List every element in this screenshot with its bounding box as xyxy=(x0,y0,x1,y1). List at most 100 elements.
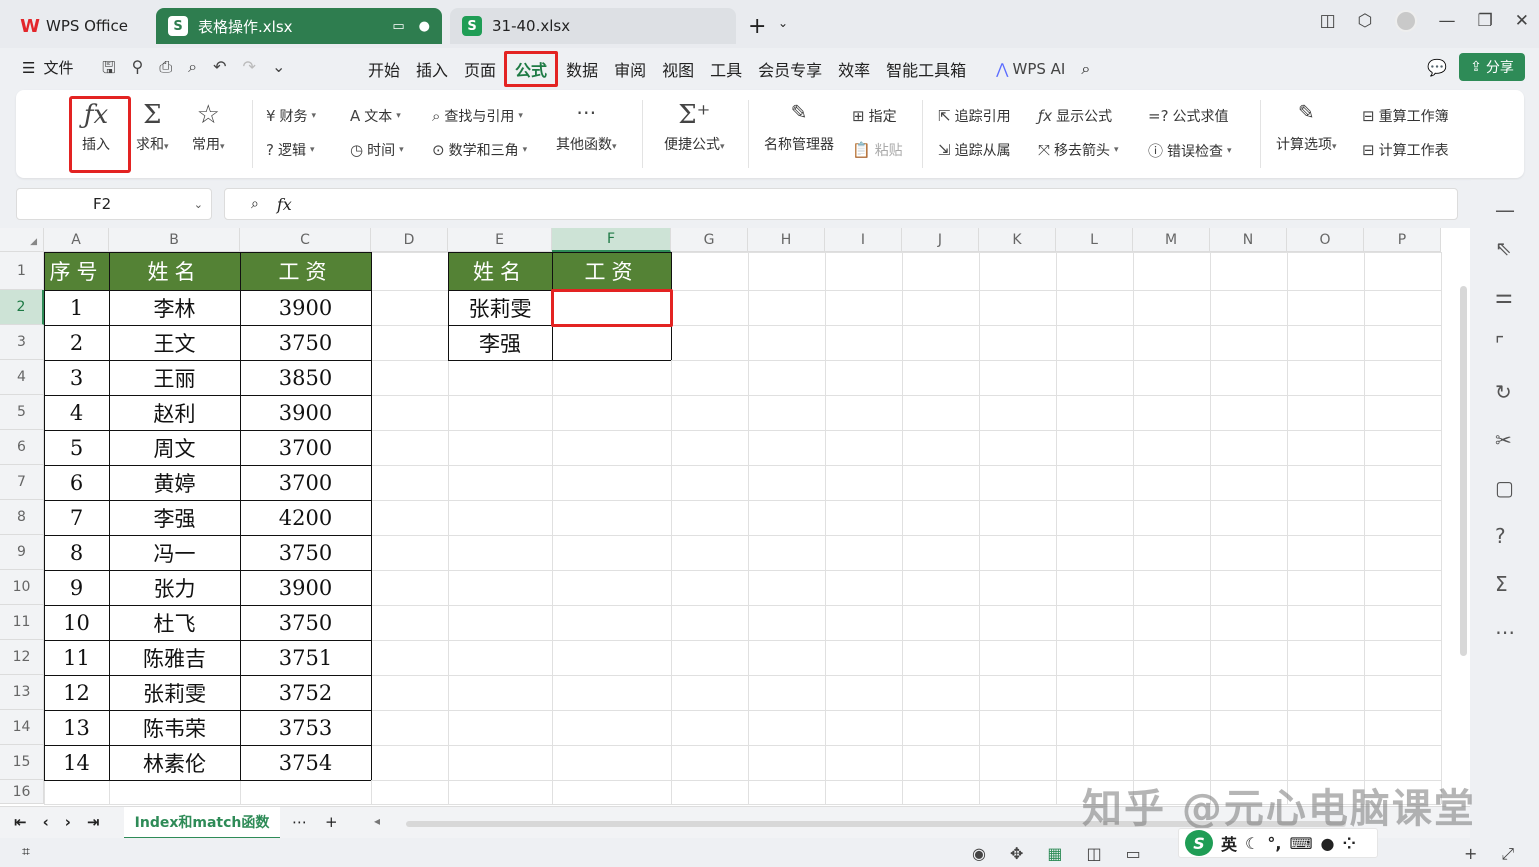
scrollbar-thumb[interactable] xyxy=(1460,286,1467,656)
menu-start[interactable]: 开始 xyxy=(360,56,408,82)
table-cell[interactable]: 3754 xyxy=(240,745,371,780)
minimize-icon[interactable]: — xyxy=(1439,11,1456,31)
table-cell[interactable]: 李强 xyxy=(109,500,240,535)
more-chevron-icon[interactable]: ⌄ xyxy=(272,57,285,84)
menu-formula[interactable]: 公式 xyxy=(504,51,559,87)
table-cell[interactable]: 13 xyxy=(44,710,109,745)
user-icon[interactable]: ● xyxy=(1321,834,1335,853)
cube-icon[interactable]: ⬡ xyxy=(1358,11,1373,31)
avatar[interactable] xyxy=(1394,10,1417,32)
column-header-f[interactable]: F xyxy=(552,228,671,252)
last-sheet-icon[interactable]: ⇥ xyxy=(87,813,100,831)
table-cell[interactable]: 周文 xyxy=(109,430,240,465)
table-cell[interactable]: 1 xyxy=(44,290,109,325)
sigma-plus-icon[interactable]: Σ xyxy=(1495,572,1508,596)
table-cell[interactable]: 张力 xyxy=(109,570,240,605)
table-cell[interactable]: 黄婷 xyxy=(109,465,240,500)
first-sheet-icon[interactable]: ⇤ xyxy=(14,813,27,831)
paste-button[interactable]: 📋 粘贴 xyxy=(852,140,903,160)
trace-dependents-button[interactable]: ⇲ 追踪从属 xyxy=(938,140,1011,160)
row-header-2[interactable]: 2 xyxy=(0,290,44,325)
new-tab-button[interactable]: + xyxy=(748,14,766,39)
column-header-n[interactable]: N xyxy=(1210,228,1287,252)
table-cell[interactable]: 11 xyxy=(44,640,109,675)
table-cell[interactable]: 7 xyxy=(44,500,109,535)
row-header-8[interactable]: 8 xyxy=(0,500,44,535)
keyboard-icon[interactable]: ⌨ xyxy=(1289,834,1312,853)
column-header-m[interactable]: M xyxy=(1133,228,1210,252)
table-cell[interactable]: 冯一 xyxy=(109,535,240,570)
table-cell[interactable]: 3900 xyxy=(240,290,371,325)
scroll-left-icon[interactable]: ◂ xyxy=(374,814,380,828)
table-cell[interactable]: 5 xyxy=(44,430,109,465)
table-cell[interactable]: 3900 xyxy=(240,570,371,605)
vertical-scrollbar[interactable] xyxy=(1458,256,1468,806)
table-cell[interactable]: 4200 xyxy=(240,500,371,535)
table-cell[interactable]: 张莉雯 xyxy=(109,675,240,710)
chevron-down-icon[interactable]: ⌄ xyxy=(194,198,203,211)
row-header-5[interactable]: 5 xyxy=(0,395,44,430)
redo-icon[interactable]: ↷ xyxy=(243,57,256,84)
tab-active-file[interactable]: S 表格操作.xlsx ▭ ● xyxy=(156,8,442,44)
lookup-button[interactable]: ⌕ 查找与引用 ▾ xyxy=(432,106,523,126)
lookup-cell[interactable] xyxy=(552,325,671,360)
row-header-10[interactable]: 10 xyxy=(0,570,44,605)
table-cell[interactable]: 3750 xyxy=(240,325,371,360)
fullscreen-icon[interactable]: ⤢ xyxy=(1501,844,1514,864)
ime-lang[interactable]: 英 xyxy=(1221,831,1237,855)
table-header-cell[interactable]: 工资 xyxy=(240,252,371,290)
save-icon[interactable]: 🖫 xyxy=(102,57,116,84)
table-cell[interactable]: 12 xyxy=(44,675,109,710)
finance-button[interactable]: ¥ 财务 ▾ xyxy=(266,106,316,126)
eye-icon[interactable]: ◉ xyxy=(972,844,986,863)
trace-precedents-button[interactable]: ⇱ 追踪引用 xyxy=(938,106,1011,126)
calc-sheet-button[interactable]: ⊟ 计算工作表 xyxy=(1362,140,1449,160)
close-icon[interactable]: ✕ xyxy=(1515,11,1529,31)
evaluate-formula-button[interactable]: =? 公式求值 xyxy=(1148,106,1229,126)
tab-other-file[interactable]: S 31-40.xlsx xyxy=(450,8,736,44)
table-cell[interactable]: 王文 xyxy=(109,325,240,360)
file-menu[interactable]: ☰ 文件 xyxy=(22,57,73,78)
column-header-d[interactable]: D xyxy=(371,228,448,252)
remove-arrows-button[interactable]: ⤧ 移去箭头 ▾ xyxy=(1038,140,1119,160)
sheet-tab-active[interactable]: Index和match函数 xyxy=(124,807,280,839)
reading-view-icon[interactable]: ▭ xyxy=(1126,844,1141,863)
row-header-11[interactable]: 11 xyxy=(0,605,44,640)
adjust-icon[interactable]: ⚌ xyxy=(1495,284,1513,308)
pointer-icon[interactable]: ⇖ xyxy=(1495,236,1512,260)
punctuation-icon[interactable]: °, xyxy=(1267,834,1281,853)
define-button[interactable]: ⊞ 指定 xyxy=(852,106,897,126)
table-cell[interactable]: 3900 xyxy=(240,395,371,430)
table-header-cell[interactable]: 姓名 xyxy=(109,252,240,290)
table-cell[interactable]: 8 xyxy=(44,535,109,570)
page-view-icon[interactable]: ◫ xyxy=(1087,844,1102,863)
math-button[interactable]: ⊙ 数学和三角 ▾ xyxy=(432,140,527,160)
table-cell[interactable]: 9 xyxy=(44,570,109,605)
menu-efficiency[interactable]: 效率 xyxy=(830,56,878,82)
show-formulas-button[interactable]: ƒx 显示公式 xyxy=(1038,106,1112,126)
menu-member[interactable]: 会员专享 xyxy=(750,56,830,82)
logic-button[interactable]: ? 逻辑 ▾ xyxy=(266,140,315,160)
help-icon[interactable]: ? xyxy=(1495,524,1506,548)
more-icon[interactable]: ⋯ xyxy=(1495,620,1515,644)
lookup-header-cell[interactable]: 工资 xyxy=(552,252,671,290)
column-header-h[interactable]: H xyxy=(748,228,825,252)
name-box[interactable]: F2 ⌄ xyxy=(16,188,212,220)
table-cell[interactable]: 陈韦荣 xyxy=(109,710,240,745)
other-functions-button[interactable]: ⋯ 其他函数▾ xyxy=(556,100,617,154)
layout-icon[interactable]: ◫ xyxy=(1320,11,1336,31)
calc-options-button[interactable]: ✎ 计算选项▾ xyxy=(1276,100,1337,154)
row-header-4[interactable]: 4 xyxy=(0,360,44,395)
row-header-13[interactable]: 13 xyxy=(0,675,44,710)
table-cell[interactable]: 李林 xyxy=(109,290,240,325)
table-cell[interactable]: 6 xyxy=(44,465,109,500)
macro-icon[interactable]: ⌗ xyxy=(22,844,30,860)
row-header-1[interactable]: 1 xyxy=(0,252,44,290)
row-header-7[interactable]: 7 xyxy=(0,465,44,500)
book-icon[interactable]: ▢ xyxy=(1495,476,1514,500)
table-cell[interactable]: 3750 xyxy=(240,535,371,570)
zoom-in-icon[interactable]: + xyxy=(1464,844,1477,864)
table-cell[interactable]: 3751 xyxy=(240,640,371,675)
moon-icon[interactable]: ☾ xyxy=(1245,834,1259,853)
move-icon[interactable]: ✥ xyxy=(1010,844,1023,863)
